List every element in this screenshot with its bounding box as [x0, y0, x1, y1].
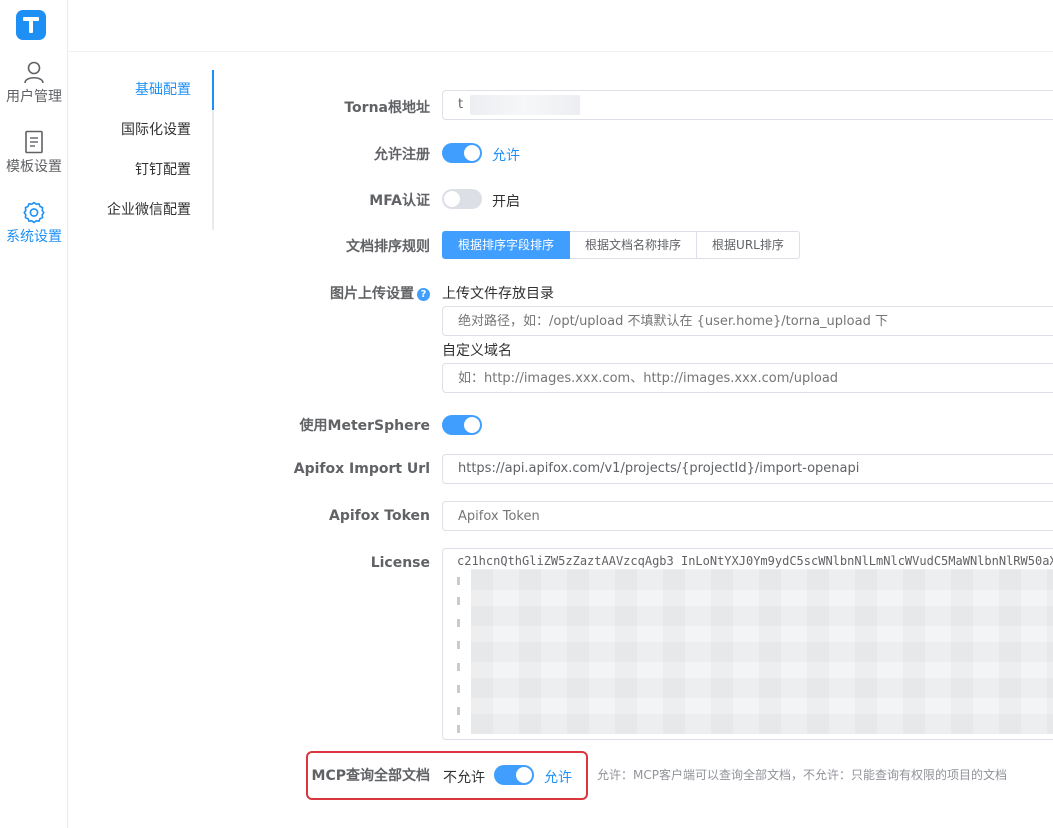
mcp-off-text: 不允许	[443, 770, 485, 786]
image-upload-label-text: 图片上传设置	[330, 286, 414, 302]
apifox-token-label: Apifox Token	[329, 508, 430, 524]
apifox-token-input[interactable]	[442, 501, 1053, 531]
mcp-label: MCP查询全部文档	[311, 768, 430, 784]
rail-item-label: 用户管理	[6, 89, 62, 105]
rail-item-label: 模板设置	[6, 159, 62, 175]
license-textarea[interactable]: c21hcnQthGliZW5zZaztAAVzcqAgb3 InLoNtYXJ…	[442, 548, 1053, 740]
gear-icon	[23, 201, 45, 224]
menu-item-basic[interactable]: 基础配置	[70, 70, 214, 110]
upload-dir-input[interactable]	[442, 306, 1053, 336]
license-first-line: c21hcnQthGliZW5zZaztAAVzcqAgb3 InLoNtYXJ…	[457, 554, 1053, 568]
license-redacted	[471, 569, 1053, 734]
mfa-label: MFA认证	[369, 193, 430, 209]
rail-item-users[interactable]: 用户管理	[0, 60, 68, 106]
metersphere-switch[interactable]	[442, 415, 482, 435]
custom-domain-input[interactable]	[442, 363, 1053, 393]
allow-register-switch[interactable]	[442, 143, 482, 163]
sort-by-url-button[interactable]: 根据URL排序	[697, 231, 800, 259]
top-header	[69, 0, 1053, 52]
sort-by-order-field-button[interactable]: 根据排序字段排序	[442, 231, 571, 259]
mfa-text: 开启	[492, 194, 520, 210]
custom-domain-label: 自定义域名	[442, 343, 512, 359]
license-label: License	[370, 555, 430, 571]
apifox-url-input[interactable]: https://api.apifox.com/v1/projects/{proj…	[442, 454, 1053, 484]
mfa-switch[interactable]	[442, 189, 482, 209]
menu-item-i18n[interactable]: 国际化设置	[70, 110, 212, 150]
rail-item-label: 系统设置	[6, 229, 62, 245]
menu-item-dingtalk[interactable]: 钉钉配置	[70, 150, 212, 190]
user-icon	[24, 61, 44, 84]
allow-register-text: 允许	[492, 148, 520, 164]
settings-menu: 基础配置 国际化设置 钉钉配置 企业微信配置	[70, 70, 214, 230]
root-url-label: Torna根地址	[344, 100, 430, 116]
rail-item-system-settings[interactable]: 系统设置	[0, 200, 68, 246]
allow-register-label: 允许注册	[374, 147, 430, 163]
image-upload-label: 图片上传设置?	[330, 283, 430, 303]
apifox-url-label: Apifox Import Url	[293, 461, 430, 477]
upload-dir-label: 上传文件存放目录	[442, 286, 554, 302]
metersphere-label: 使用MeterSphere	[299, 418, 430, 434]
redacted-value	[470, 95, 580, 115]
question-icon[interactable]: ?	[417, 288, 430, 301]
doc-sort-radio-group: 根据排序字段排序 根据文档名称排序 根据URL排序	[442, 231, 800, 259]
rail-item-templates[interactable]: 模板设置	[0, 130, 68, 176]
mcp-switch[interactable]	[494, 765, 534, 785]
mcp-on-text: 允许	[544, 770, 572, 786]
doc-sort-label: 文档排序规则	[346, 239, 430, 255]
sort-by-doc-name-button[interactable]: 根据文档名称排序	[570, 231, 698, 259]
torna-logo-icon[interactable]	[16, 10, 46, 40]
nav-rail: 用户管理 模板设置 系统设置	[0, 0, 68, 828]
mcp-hint: 允许：MCP客户端可以查询全部文档，不允许：只能查询有权限的项目的文档	[597, 768, 1007, 782]
document-icon	[25, 130, 43, 154]
menu-item-wecom[interactable]: 企业微信配置	[70, 190, 212, 230]
